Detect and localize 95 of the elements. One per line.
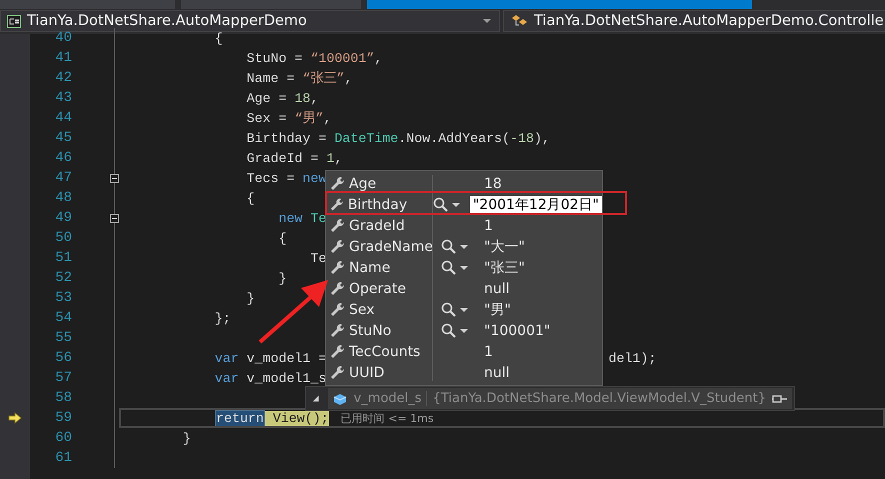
member-name: UUID	[349, 364, 386, 380]
member-name: Sex	[349, 302, 376, 318]
line-number: 54	[54, 310, 72, 326]
code-text: Name = “张三”,	[246, 70, 352, 87]
line-number: 59	[54, 410, 72, 426]
member-value: "大一"	[483, 238, 526, 256]
variable-value: {TianYa.DotNetShare.Model.ViewModel.V_Student}	[432, 391, 766, 406]
wrench-icon	[330, 239, 345, 254]
member-value: null	[483, 280, 511, 296]
wrench-icon	[330, 365, 345, 380]
code-text: }	[246, 290, 255, 306]
line-number: 45	[54, 130, 72, 146]
line-number: 48	[54, 190, 72, 206]
caret-icon	[452, 202, 460, 206]
wrench-icon	[330, 176, 345, 191]
project-name: TianYa.DotNetShare.AutoMapperDemo	[27, 13, 308, 29]
caret-icon	[460, 244, 468, 248]
line-number: 50	[54, 230, 72, 246]
line-number: 46	[54, 150, 72, 166]
member-value: 1	[483, 344, 494, 360]
line-number: 40	[54, 30, 72, 46]
member-name: TecCounts	[349, 344, 422, 360]
code-text: };	[214, 310, 231, 326]
member-dropdown[interactable]: TianYa.DotNetShare.AutoMapperDemo.Controlle	[503, 10, 885, 32]
magnifier-icon[interactable]	[441, 323, 456, 338]
line-number: 47	[54, 170, 72, 186]
line-number: 60	[54, 430, 72, 446]
code-text: }	[278, 270, 287, 286]
member-name: Age	[349, 176, 378, 192]
line-number: 55	[54, 330, 72, 346]
code-text: Age = 18,	[246, 90, 319, 106]
member-value: "男"	[483, 300, 512, 318]
line-number: 57	[54, 370, 72, 386]
wrench-icon	[330, 218, 345, 233]
caret-icon	[460, 308, 468, 312]
magnifier-icon[interactable]	[441, 302, 456, 317]
member-value: null	[483, 364, 511, 380]
csharp-file-icon	[7, 14, 21, 28]
caret-icon	[460, 266, 468, 270]
magnifier-icon[interactable]	[433, 197, 448, 212]
code-text: Sex = “男”,	[246, 110, 332, 127]
member-value: 1	[483, 218, 494, 234]
magnifier-icon[interactable]	[441, 260, 456, 275]
wrench-icon	[330, 197, 344, 212]
collapse-icon[interactable]	[110, 174, 119, 182]
wrench-icon	[330, 260, 345, 275]
line-number: 44	[54, 110, 72, 126]
line-number: 43	[54, 90, 72, 106]
code-text: del1);	[608, 350, 656, 366]
class-icon	[510, 14, 528, 28]
line-number: 61	[54, 450, 72, 466]
line-number: 41	[54, 50, 72, 66]
highlighted-code: return	[215, 410, 265, 426]
collapse-icon[interactable]	[110, 214, 119, 222]
line-number: 49	[54, 210, 72, 226]
line-number: 51	[54, 250, 72, 266]
member-name: StuNo	[349, 322, 392, 338]
code-text: Te	[310, 250, 326, 266]
code-text: Birthday = DateTime.Now.AddYears(-18),	[246, 130, 550, 146]
code-text: GradeId = 1,	[246, 150, 342, 166]
line-number: 58	[54, 390, 72, 406]
wrench-icon	[330, 323, 345, 338]
caret-icon	[460, 328, 468, 332]
highlighted-code: View();	[264, 410, 329, 426]
value-field[interactable]: "2001年12月02日"	[470, 196, 602, 214]
code-text: StuNo = “100001”,	[246, 50, 382, 66]
dropdown-caret-icon	[483, 19, 491, 23]
code-text: }	[182, 430, 191, 446]
code-text: new Te	[278, 210, 326, 226]
code-text: {	[278, 230, 287, 246]
code-text: var v_model1_s	[214, 370, 326, 386]
code-text: {	[214, 30, 223, 46]
wrench-icon	[330, 344, 345, 359]
line-number: 56	[54, 350, 72, 366]
expander-icon[interactable]	[312, 394, 320, 403]
member-name: GradeName	[349, 238, 434, 254]
member-value: 18	[483, 176, 503, 192]
magnifier-icon[interactable]	[441, 239, 456, 254]
pin-icon[interactable]	[772, 392, 788, 404]
member-name: Operate	[349, 280, 407, 296]
member-name: GradeId	[349, 218, 406, 234]
member-value: "张三"	[483, 258, 526, 276]
code-text: {	[246, 190, 255, 206]
variable-name: v_model_s	[354, 391, 427, 406]
line-number: 42	[54, 70, 72, 86]
wrench-icon	[330, 281, 345, 296]
wrench-icon	[330, 302, 345, 317]
member-name: TianYa.DotNetShare.AutoMapperDemo.Controlle	[534, 13, 885, 29]
member-name: Name	[349, 260, 392, 276]
member-name: Birthday	[348, 196, 408, 212]
member-value: "100001"	[483, 322, 552, 338]
line-number: 53	[54, 290, 72, 306]
elapsed-time-tip: 已用时间 <= 1ms	[340, 410, 434, 426]
project-dropdown[interactable]: TianYa.DotNetShare.AutoMapperDemo	[0, 10, 500, 32]
line-number: 52	[54, 270, 72, 286]
